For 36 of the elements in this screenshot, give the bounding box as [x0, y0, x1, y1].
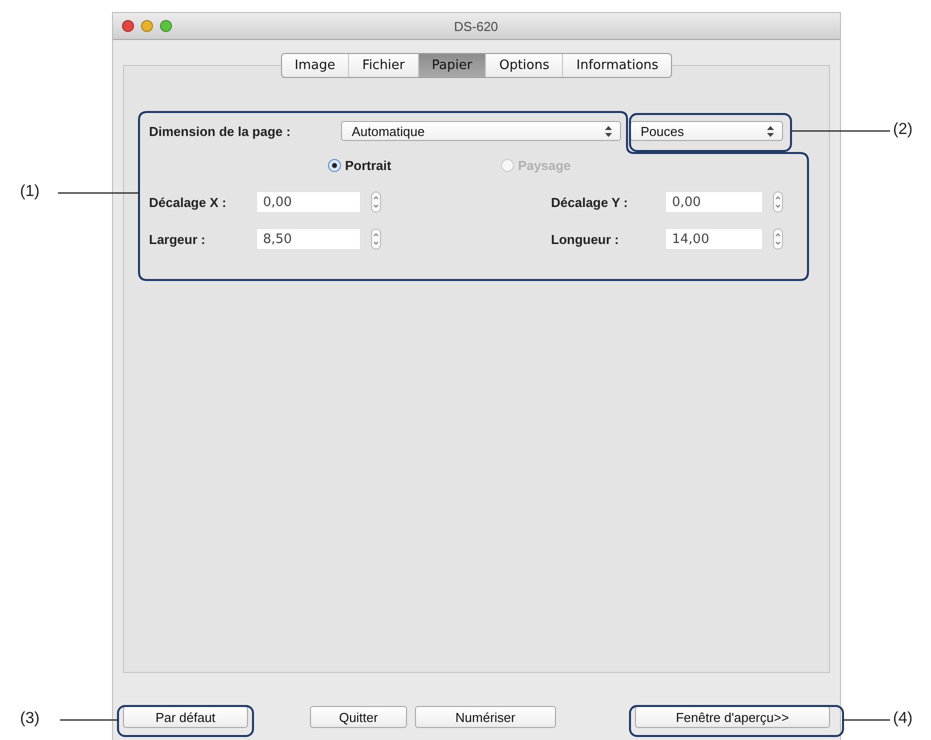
- tab[interactable]: Papier: [418, 54, 486, 77]
- minimize-icon[interactable]: [141, 20, 153, 32]
- units-dropdown[interactable]: Pouces: [630, 121, 783, 141]
- leader-line: [60, 719, 118, 721]
- page-size-dropdown[interactable]: Automatique: [340, 121, 621, 141]
- field-label: Longueur :: [551, 232, 620, 246]
- default-button[interactable]: Par défaut: [123, 706, 248, 728]
- tab[interactable]: Informations: [562, 54, 672, 77]
- tab[interactable]: Image: [282, 54, 348, 77]
- window-title: DS-620: [452, 18, 500, 34]
- callout-label: (1): [20, 183, 40, 201]
- callout-label: (3): [20, 710, 40, 728]
- zoom-icon[interactable]: [160, 20, 172, 32]
- callout-label: (2): [893, 121, 913, 139]
- stepper-icon[interactable]: [371, 228, 381, 250]
- popup-arrows-icon: [767, 126, 774, 136]
- scan-button[interactable]: Numériser: [415, 706, 556, 728]
- preview-button[interactable]: Fenêtre d'aperçu>>: [634, 706, 830, 728]
- leader-line: [843, 719, 890, 721]
- stepper-icon[interactable]: [773, 228, 783, 250]
- number-field[interactable]: 0,00: [256, 191, 361, 213]
- field-label: Dimension de la page :: [149, 124, 292, 138]
- close-icon[interactable]: [122, 20, 134, 32]
- field-label: Largeur :: [149, 232, 206, 246]
- callout-label: (4): [893, 710, 913, 728]
- tab[interactable]: Options: [485, 54, 562, 77]
- radio-option[interactable]: Portrait: [328, 158, 501, 173]
- popup-arrows-icon: [604, 126, 612, 136]
- number-field[interactable]: 8,50: [256, 228, 361, 250]
- stepper-icon[interactable]: [371, 191, 381, 213]
- quit-button[interactable]: Quitter: [310, 706, 408, 728]
- stepper-icon[interactable]: [773, 191, 783, 213]
- number-field[interactable]: 14,00: [665, 228, 763, 250]
- field-label: Décalage X :: [149, 194, 228, 210]
- number-field[interactable]: 0,00: [665, 191, 763, 213]
- field-label: Décalage Y :: [551, 194, 629, 210]
